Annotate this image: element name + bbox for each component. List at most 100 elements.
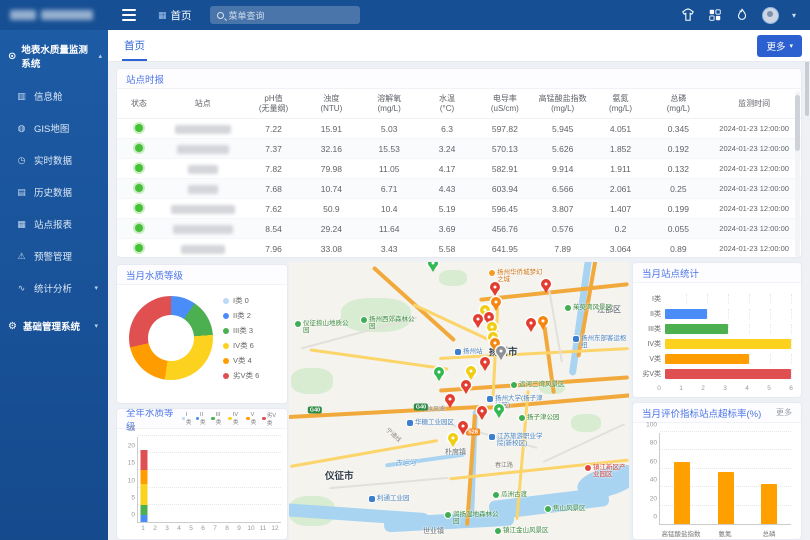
station-marker-red[interactable] <box>473 314 483 324</box>
legend-item-V类[interactable]: V类 4 <box>223 355 259 366</box>
sidebar-item-基础管理系统[interactable]: ⚙基础管理系统▾ <box>0 308 108 344</box>
legend-item-劣V类[interactable]: 劣V类 6 <box>223 370 259 381</box>
table-scrollbar[interactable] <box>795 91 800 257</box>
map-label-扬州西郊森林公园[interactable]: 扬州西郊森林公园 <box>361 316 417 331</box>
page-scrollbar[interactable] <box>804 30 810 540</box>
table-row[interactable]: 7.2215.915.036.3597.825.9454.0510.345202… <box>117 119 801 139</box>
station-marker-red[interactable] <box>484 312 494 322</box>
map-label-仪征捺山地质公园[interactable]: 仪征捺山地质公园 <box>295 320 351 335</box>
chevron-down-icon[interactable]: ▾ <box>792 11 796 20</box>
station-marker-green[interactable] <box>428 262 438 268</box>
sidebar-system-title[interactable]: ⊙ 地表水质量监测系统 ▴ <box>0 30 108 80</box>
station-stats-chart[interactable]: I类II类III类IV类V类劣V类 <box>633 283 801 383</box>
map-label-镇江金山风景区[interactable]: 镇江金山风景区 <box>495 527 549 534</box>
value-cell: 10.74 <box>302 184 360 194</box>
station-marker-red[interactable] <box>480 357 490 367</box>
exceed-rate-more-link[interactable]: 更多 <box>776 407 792 418</box>
grade-donut-chart[interactable] <box>129 296 213 380</box>
value-cell: 5.626 <box>534 144 592 154</box>
map-river <box>569 262 593 376</box>
map-label-镇江新区产业园区[interactable]: 镇江新区产业园区 <box>585 464 629 479</box>
map-label-华糖工业园区[interactable]: 华糖工业园区 <box>407 419 454 426</box>
station-marker-red[interactable] <box>477 406 487 416</box>
gridline <box>749 309 750 319</box>
map-label-古运河: 古运河 <box>395 458 416 468</box>
station-marker-red[interactable] <box>490 282 500 292</box>
column-header-pH值: pH值(无量纲) <box>245 94 303 114</box>
map-label-江苏旅游职业学院(新校区)[interactable]: 江苏旅游职业学院(新校区) <box>489 433 545 448</box>
station-marker-orange[interactable] <box>491 297 501 307</box>
map-label-焦山风景区[interactable]: 焦山风景区 <box>545 505 586 512</box>
table-row[interactable]: 8.5429.2411.643.69456.760.5760.20.055202… <box>117 219 801 239</box>
home-nav[interactable]: ▦ 首页 <box>158 8 192 23</box>
sidebar-item-GIS地图[interactable]: ◍GIS地图 <box>0 112 108 144</box>
legend-item-I类[interactable]: I类 0 <box>223 295 259 306</box>
menu-collapse-icon[interactable] <box>114 0 144 30</box>
legend-item-II类[interactable]: II类 <box>196 412 209 426</box>
map-label-扬州站[interactable]: 扬州站 <box>455 348 483 355</box>
sidebar-item-信息舱[interactable]: ▥信息舱 <box>0 80 108 112</box>
sidebar-item-站点报表[interactable]: ▦站点报表 <box>0 208 108 240</box>
status-dot-green <box>135 224 143 232</box>
map-canvas[interactable]: 扬州市仪征市江都区朴席镇世业镇古运河沪陕高速宁通线春江路扬州西郊森林公园仪征捺山… <box>289 262 629 540</box>
column-header-氨氮: 氨氮(mg/L) <box>592 94 650 114</box>
ytick: 0 <box>131 512 138 519</box>
table-row[interactable]: 7.8279.9811.054.17582.919.9141.9110.1322… <box>117 159 801 179</box>
station-marker-gray[interactable] <box>496 346 506 356</box>
red-poi-icon <box>585 465 591 471</box>
legend-item-IV类[interactable]: IV类 <box>228 412 243 426</box>
legend-item-I类[interactable]: I类 <box>182 412 193 426</box>
xtick-label: 氨氮 <box>719 528 732 538</box>
station-marker-green[interactable] <box>494 404 504 414</box>
search-input[interactable]: 菜单查询 <box>210 6 360 24</box>
sidebar-item-历史数据[interactable]: ▤历史数据 <box>0 176 108 208</box>
table-row[interactable]: 7.6250.910.45.19596.453.8071.4070.199202… <box>117 199 801 219</box>
flame-icon[interactable] <box>735 8 749 22</box>
value-cell: 7.37 <box>245 144 303 154</box>
station-marker-yellow[interactable] <box>487 322 497 332</box>
value-cell: 5.945 <box>534 124 592 134</box>
blue-poi-icon <box>487 396 493 402</box>
tab-home[interactable]: 首页 <box>122 30 147 61</box>
map-label-利通工业园[interactable]: 利通工业园 <box>369 495 410 502</box>
station-marker-yellow[interactable] <box>448 433 458 443</box>
sidebar-item-预警管理[interactable]: ⚠预警管理 <box>0 240 108 272</box>
table-row[interactable]: 7.3732.1615.533.24570.135.6261.8520.1922… <box>117 139 801 159</box>
legend-label: V类 <box>251 412 260 426</box>
legend-item-IV类[interactable]: IV类 6 <box>223 340 259 351</box>
table-row[interactable]: 7.9633.083.435.58641.957.893.0640.892024… <box>117 239 801 258</box>
map-label-瓜洲古渡[interactable]: 瓜洲古渡 <box>493 491 527 498</box>
legend-item-III类[interactable]: III类 <box>211 412 225 426</box>
ytick: 100 <box>646 422 660 429</box>
dashboard-icon: ▥ <box>16 91 27 102</box>
station-marker-red[interactable] <box>526 318 536 328</box>
station-marker-red[interactable] <box>458 421 468 431</box>
station-marker-green[interactable] <box>434 367 444 377</box>
sidebar-item-实时数据[interactable]: ◷实时数据 <box>0 144 108 176</box>
station-marker-red[interactable] <box>541 279 551 289</box>
layout-icon[interactable] <box>708 8 722 22</box>
year-grade-chart[interactable]: 0510152025 <box>137 437 281 523</box>
theme-icon[interactable] <box>681 8 695 22</box>
legend-item-III类[interactable]: III类 3 <box>223 325 259 336</box>
legend-item-II类[interactable]: II类 2 <box>223 310 259 321</box>
legend-item-劣V类[interactable]: 劣V类 <box>262 411 281 427</box>
avatar[interactable] <box>762 7 779 24</box>
map-label-润扬湿地森林公园[interactable]: 润扬湿地森林公园 <box>445 511 501 526</box>
station-marker-yellow[interactable] <box>466 366 476 376</box>
station-marker-red[interactable] <box>461 380 471 390</box>
legend-item-V类[interactable]: V类 <box>246 412 259 426</box>
table-row[interactable]: 7.6810.746.714.43603.946.5662.0610.25202… <box>117 179 801 199</box>
xtick: 4 <box>177 525 181 532</box>
station-table-body: 7.2215.915.036.3597.825.9454.0510.345202… <box>117 119 801 258</box>
table-scrollbar-thumb[interactable] <box>795 95 800 151</box>
station-marker-red[interactable] <box>445 394 455 404</box>
map-label-茱萸湾风景区[interactable]: 茱萸湾风景区 <box>565 304 612 311</box>
map-label-扬子津公园[interactable]: 扬子津公园 <box>519 414 560 421</box>
station-marker-orange[interactable] <box>538 316 548 326</box>
map-label-扬州东部客运枢纽[interactable]: 扬州东部客运枢纽 <box>573 335 629 350</box>
sidebar-item-统计分析[interactable]: ∿统计分析▾ <box>0 272 108 304</box>
exceed-rate-chart[interactable]: 020406080100 <box>659 433 791 525</box>
map-label-运河三湾风景区[interactable]: 运河三湾风景区 <box>511 381 565 388</box>
more-button[interactable]: 更多 ▾ <box>757 35 802 57</box>
